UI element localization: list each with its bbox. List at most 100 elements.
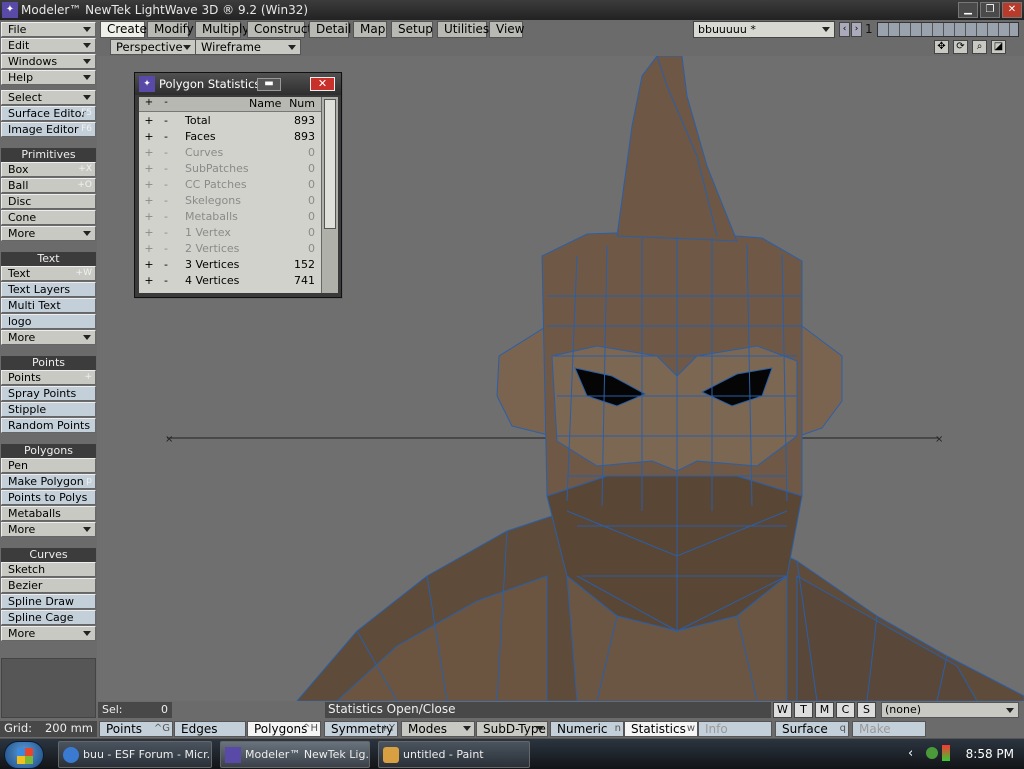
table-row[interactable]: + - CC Patches 0	[139, 177, 321, 193]
maximize-button[interactable]: ❐	[980, 2, 1000, 18]
remove-icon[interactable]: -	[161, 225, 171, 241]
random-points-tool[interactable]: Random Points	[1, 418, 96, 433]
primitives-more-menu[interactable]: More	[1, 226, 96, 241]
tab-utilities[interactable]: Utilities	[437, 21, 489, 38]
edit-menu[interactable]: Edit	[1, 38, 96, 53]
table-row[interactable]: + - Skelegons 0	[139, 193, 321, 209]
c-button[interactable]: C	[836, 702, 855, 718]
taskbar-item-browser[interactable]: buu - ESF Forum - Micr...	[58, 741, 212, 768]
clock[interactable]: 8:58 PM	[966, 747, 1014, 761]
remove-icon[interactable]: -	[161, 177, 171, 193]
render-style-dropdown[interactable]: Wireframe Shade	[195, 39, 301, 68]
disc-tool[interactable]: Disc	[1, 194, 96, 209]
sketch-tool[interactable]: Sketch	[1, 562, 96, 577]
remove-all-icon[interactable]: -	[161, 97, 171, 108]
spray-points-tool[interactable]: Spray Points	[1, 386, 96, 401]
add-all-icon[interactable]: +	[144, 97, 154, 108]
table-row[interactable]: + - Total 893	[139, 113, 321, 129]
text-layers-tool[interactable]: Text Layers	[1, 282, 96, 297]
surface-button[interactable]: Surface q	[775, 721, 849, 737]
prev-layer-button[interactable]: ‹	[839, 22, 850, 37]
make-button[interactable]: Make	[852, 721, 926, 737]
remove-icon[interactable]: -	[161, 257, 171, 273]
polygons-mode-button[interactable]: Polygons ^H	[247, 721, 321, 737]
symmetry-button[interactable]: Symmetry +Y	[324, 721, 398, 737]
statistics-scrollbar[interactable]	[321, 97, 338, 293]
zoom-view-icon[interactable]: ⌕	[972, 40, 987, 54]
remove-icon[interactable]: -	[161, 193, 171, 209]
metaballs-tool[interactable]: Metaballs	[1, 506, 96, 521]
remove-icon[interactable]: -	[161, 161, 171, 177]
tray-expand-icon[interactable]: ‹	[908, 746, 913, 761]
table-row[interactable]: + - 2 Vertices 0	[139, 241, 321, 257]
windows-menu[interactable]: Windows	[1, 54, 96, 69]
w-button[interactable]: W	[773, 702, 792, 718]
statistics-title-bar[interactable]: ✦ Polygon Statistics ▬ ✕	[135, 73, 341, 95]
tab-multiply[interactable]: Multiply	[195, 21, 249, 38]
cone-tool[interactable]: Cone	[1, 210, 96, 225]
logo-tool[interactable]: logo	[1, 314, 96, 329]
table-row[interactable]: + - Faces 893	[139, 129, 321, 145]
statistics-button[interactable]: Statistics w	[624, 721, 698, 737]
minimize-button[interactable]: ▁	[958, 2, 978, 18]
remove-icon[interactable]: -	[161, 273, 171, 289]
edges-mode-button[interactable]: Edges	[174, 721, 246, 737]
table-row[interactable]: + - 3 Vertices 152	[139, 257, 321, 273]
object-select-dropdown[interactable]: bbuuuuu *	[693, 21, 835, 38]
layer-buttons[interactable]	[877, 22, 1019, 37]
add-icon[interactable]: +	[144, 241, 154, 257]
image-editor-button[interactable]: Image Editor F6	[1, 122, 96, 137]
next-layer-button[interactable]: ›	[851, 22, 862, 37]
add-icon[interactable]: +	[144, 129, 154, 145]
pen-tool[interactable]: Pen	[1, 458, 96, 473]
m-button[interactable]: M	[815, 702, 834, 718]
remove-icon[interactable]: -	[161, 113, 171, 129]
subd-type-dropdown[interactable]: SubD-Type	[476, 721, 548, 737]
tab-setup[interactable]: Setup	[391, 21, 433, 38]
stipple-tool[interactable]: Stipple	[1, 402, 96, 417]
add-icon[interactable]: +	[144, 145, 154, 161]
bezier-tool[interactable]: Bezier	[1, 578, 96, 593]
multi-text-tool[interactable]: Multi Text	[1, 298, 96, 313]
start-button[interactable]	[4, 741, 44, 769]
spline-cage-tool[interactable]: Spline Cage	[1, 610, 96, 625]
points-tool[interactable]: Points +	[1, 370, 96, 385]
select-menu[interactable]: Select	[1, 90, 96, 105]
tab-map[interactable]: Map	[353, 21, 387, 38]
spline-draw-tool[interactable]: Spline Draw	[1, 594, 96, 609]
s-button[interactable]: S	[857, 702, 876, 718]
close-icon[interactable]: ✕	[310, 77, 335, 91]
add-icon[interactable]: +	[144, 113, 154, 129]
t-button[interactable]: T	[794, 702, 813, 718]
remove-icon[interactable]: -	[161, 241, 171, 257]
table-row[interactable]: + - 4 Vertices 741	[139, 273, 321, 289]
scroll-thumb[interactable]	[324, 99, 336, 229]
rotate-view-icon[interactable]: ⟳	[953, 40, 968, 54]
volume-meter-icon[interactable]	[942, 745, 950, 761]
make-polygon-tool[interactable]: Make Polygon p	[1, 474, 96, 489]
points-mode-button[interactable]: Points ^G	[99, 721, 173, 737]
surface-dropdown[interactable]: (none)	[881, 702, 1019, 718]
numeric-button[interactable]: Numeric n	[550, 721, 624, 737]
move-view-icon[interactable]: ✥	[934, 40, 949, 54]
remove-icon[interactable]: -	[161, 209, 171, 225]
table-row[interactable]: + - 1 Vertex 0	[139, 225, 321, 241]
ball-tool[interactable]: Ball +O	[1, 178, 96, 193]
add-icon[interactable]: +	[144, 257, 154, 273]
add-icon[interactable]: +	[144, 209, 154, 225]
table-row[interactable]: + - Curves 0	[139, 145, 321, 161]
add-icon[interactable]: +	[144, 177, 154, 193]
remove-icon[interactable]: -	[161, 145, 171, 161]
box-tool[interactable]: Box +X	[1, 162, 96, 177]
add-icon[interactable]: +	[144, 225, 154, 241]
minimize-icon[interactable]: ▬	[257, 78, 281, 91]
file-menu[interactable]: File	[1, 22, 96, 37]
add-icon[interactable]: +	[144, 193, 154, 209]
text-tool[interactable]: Text +W	[1, 266, 96, 281]
surface-editor-button[interactable]: Surface Editor F5	[1, 106, 96, 121]
polygons-more-menu[interactable]: More	[1, 522, 96, 537]
text-more-menu[interactable]: More	[1, 330, 96, 345]
tab-detail[interactable]: Detail	[309, 21, 351, 38]
network-icon[interactable]	[926, 747, 938, 759]
taskbar-item-modeler[interactable]: Modeler™ NewTek Lig...	[220, 741, 370, 768]
